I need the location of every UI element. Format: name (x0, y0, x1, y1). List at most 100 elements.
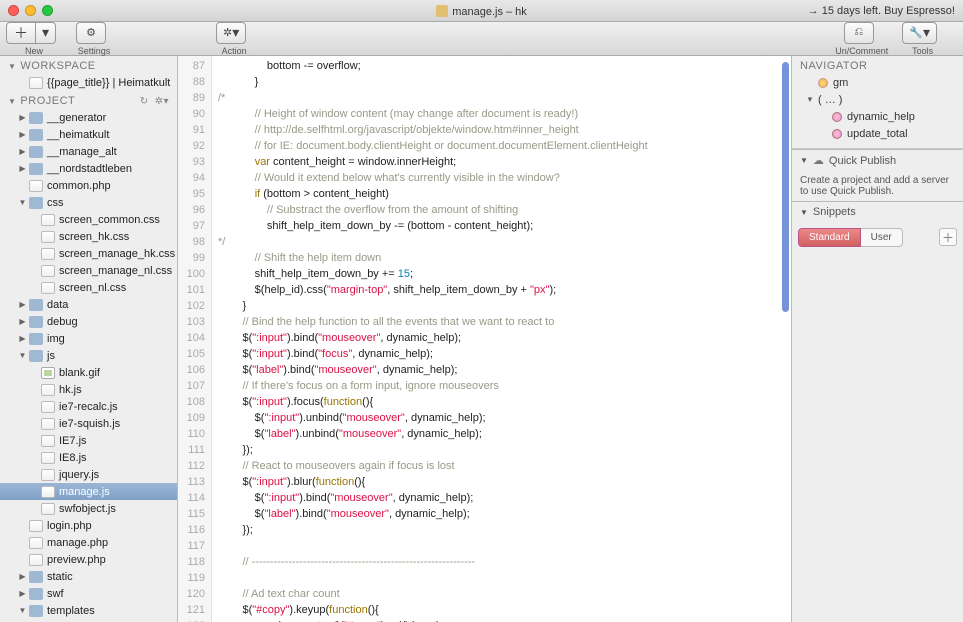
item-label: __manage_alt (47, 146, 117, 158)
disclosure-triangle-icon: ▶ (18, 130, 27, 139)
settings-button[interactable]: ⚙ (76, 22, 106, 44)
file-item[interactable]: blank.gif (0, 364, 177, 381)
file-item[interactable]: manage.php (0, 534, 177, 551)
file-icon (41, 435, 55, 447)
file-item[interactable]: jquery.js (0, 466, 177, 483)
disclosure-triangle-icon: ▶ (18, 300, 27, 309)
snippets-tab-standard[interactable]: Standard (798, 228, 861, 247)
toolbar: ＋ ▾ New ⚙ Settings ✲ ▾ Action ⎌ Un/Comme… (0, 22, 963, 56)
navigator-item[interactable]: ▼( … ) (792, 91, 963, 108)
file-item[interactable]: IE8.js (0, 449, 177, 466)
navigator-item[interactable]: update_total (792, 125, 963, 142)
file-icon (41, 486, 55, 498)
folder-item[interactable]: ▶__nordstadtleben (0, 160, 177, 177)
file-item[interactable]: login.php (0, 517, 177, 534)
file-item[interactable]: ie7-recalc.js (0, 398, 177, 415)
tools-icon: 🔧 (909, 26, 923, 39)
zoom-window-button[interactable] (42, 5, 53, 16)
quick-publish-header[interactable]: ▼☁Quick Publish (792, 150, 963, 171)
action-label: Action (222, 46, 247, 56)
disclosure-triangle-icon: ▶ (18, 164, 27, 173)
disclosure-triangle-icon: ▼ (8, 97, 16, 106)
file-icon (29, 554, 43, 566)
code-area[interactable]: bottom -= overflow; }/* // Height of win… (212, 56, 791, 622)
item-label: screen_hk.css (59, 231, 129, 243)
new-label: New (25, 46, 43, 56)
navigator-section-header[interactable]: NAVIGATOR (792, 56, 963, 74)
close-window-button[interactable] (8, 5, 19, 16)
folder-icon (29, 163, 43, 175)
file-icon (41, 214, 55, 226)
file-icon (41, 384, 55, 396)
folder-item[interactable]: ▶__manage_alt (0, 143, 177, 160)
sidebar-left: ▼WORKSPACE {{page_title}} | Heimatkult ▼… (0, 56, 178, 622)
code-editor[interactable]: 8788899091929394959697989910010110210310… (178, 56, 792, 622)
file-item[interactable]: IE7.js (0, 432, 177, 449)
file-item[interactable]: screen_nl.css (0, 279, 177, 296)
file-icon (41, 265, 55, 277)
item-label: preview.php (47, 554, 106, 566)
file-icon (41, 282, 55, 294)
cloud-icon: ☁ (813, 154, 824, 167)
file-item[interactable]: hk.js (0, 381, 177, 398)
folder-item[interactable]: ▼js (0, 347, 177, 364)
item-label: ie7-squish.js (59, 418, 120, 430)
folder-item[interactable]: ▼css (0, 194, 177, 211)
file-icon (41, 248, 55, 260)
file-icon (29, 537, 43, 549)
navigator-item[interactable]: dynamic_help (792, 108, 963, 125)
window-title: manage.js – hk (452, 6, 527, 18)
snippets-tab-user[interactable]: User (861, 228, 903, 247)
uncomment-button[interactable]: ⎌ (844, 22, 874, 44)
file-item[interactable]: screen_manage_nl.css (0, 262, 177, 279)
refresh-icon[interactable]: ↻ (140, 96, 149, 107)
file-item[interactable]: preview.php (0, 551, 177, 568)
gear-icon[interactable]: ✲▾ (155, 96, 169, 107)
folder-item[interactable]: ▶__heimatkult (0, 126, 177, 143)
file-item[interactable]: common.php (0, 177, 177, 194)
folder-item[interactable]: ▶__generator (0, 109, 177, 126)
snippets-header[interactable]: ▼Snippets (792, 202, 963, 222)
uncomment-label: Un/Comment (835, 46, 888, 56)
folder-item[interactable]: ▶data (0, 296, 177, 313)
item-label: img (47, 333, 65, 345)
folder-icon (29, 571, 43, 583)
file-item[interactable]: manage.js (0, 483, 177, 500)
tools-button[interactable]: 🔧 ▾ (902, 22, 937, 44)
minimize-window-button[interactable] (25, 5, 36, 16)
folder-item[interactable]: ▶static (0, 568, 177, 585)
navigator-label: update_total (847, 128, 908, 140)
workspace-item[interactable]: {{page_title}} | Heimatkult (0, 74, 177, 91)
folder-item[interactable]: ▶swf (0, 585, 177, 602)
disclosure-triangle-icon: ▼ (800, 208, 808, 217)
file-item[interactable]: swfobject.js (0, 500, 177, 517)
workspace-section-header[interactable]: ▼WORKSPACE (0, 56, 177, 74)
disclosure-triangle-icon: ▶ (18, 572, 27, 581)
project-section-header[interactable]: ▼PROJECT↻✲▾ (0, 91, 177, 109)
file-item[interactable]: screen_hk.css (0, 228, 177, 245)
window-titlebar: manage.js – hk → 15 days left. Buy Espre… (0, 0, 963, 22)
folder-icon (29, 299, 43, 311)
action-button[interactable]: ✲ ▾ (216, 22, 246, 44)
file-item[interactable]: ie7-squish.js (0, 415, 177, 432)
folder-item[interactable]: ▶img (0, 330, 177, 347)
item-label: manage.js (59, 486, 110, 498)
item-label: manage.php (47, 537, 108, 549)
file-item[interactable]: screen_manage_hk.css (0, 245, 177, 262)
disclosure-triangle-icon: ▼ (806, 95, 816, 104)
disclosure-triangle-icon: ▶ (18, 113, 27, 122)
new-button[interactable]: ＋ (6, 22, 36, 44)
file-icon (29, 520, 43, 532)
folder-item[interactable]: ▼templates (0, 602, 177, 619)
navigator-item[interactable]: gm (792, 74, 963, 91)
folder-item[interactable]: ▶debug (0, 313, 177, 330)
item-label: swf (47, 588, 64, 600)
item-label: screen_manage_nl.css (59, 265, 172, 277)
add-snippet-button[interactable]: ＋ (939, 228, 957, 246)
file-item[interactable]: screen_common.css (0, 211, 177, 228)
trial-notice[interactable]: → 15 days left. Buy Espresso! (808, 5, 955, 17)
new-menu-button[interactable]: ▾ (36, 22, 56, 44)
scrollbar-thumb[interactable] (782, 62, 789, 312)
item-label: swfobject.js (59, 503, 116, 515)
folder-icon (29, 350, 43, 362)
